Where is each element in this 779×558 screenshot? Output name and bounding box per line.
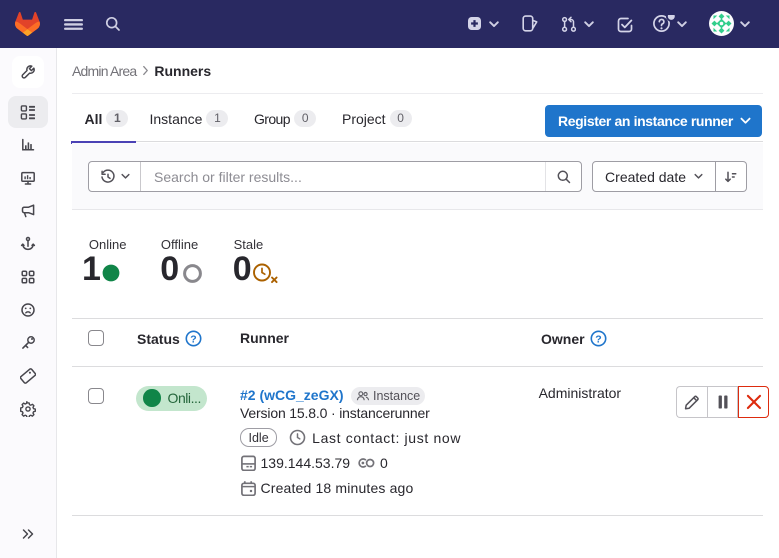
svg-text:?: ? xyxy=(595,333,601,345)
svg-text:?: ? xyxy=(190,333,196,345)
